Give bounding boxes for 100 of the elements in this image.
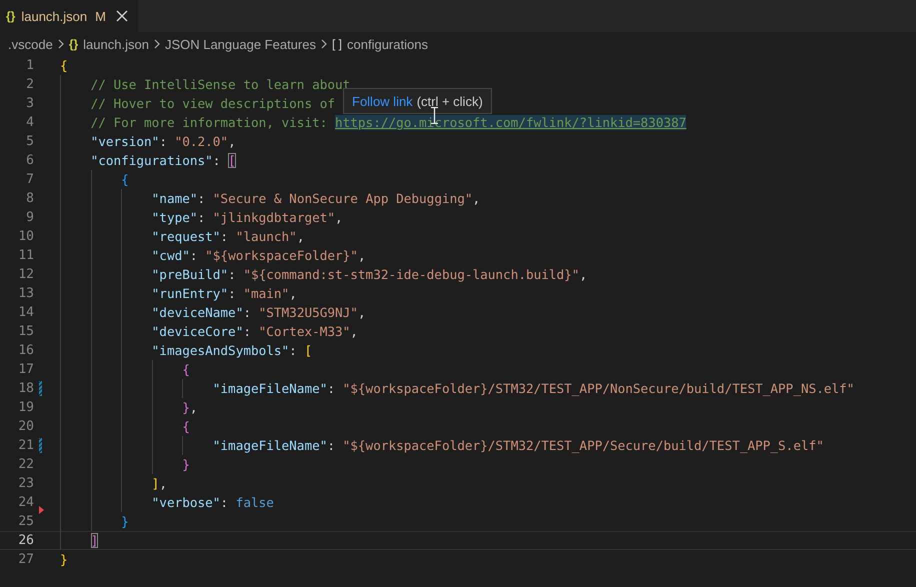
- line-number: 4: [25, 115, 34, 130]
- close-icon[interactable]: [116, 10, 128, 22]
- string-value: "${workspaceFolder}/STM32/TEST_APP/NonSecure/build/TEST_APP_NS.elf": [342, 381, 854, 396]
- line-number: 1: [25, 58, 34, 73]
- line-number: 14: [17, 305, 34, 320]
- string-value: "${command:st-stm32-ide-debug-launch.build}": [243, 267, 580, 282]
- bracket: {: [60, 58, 68, 73]
- property-key: "runEntry": [152, 286, 228, 301]
- property-key: "imageFileName": [212, 438, 328, 453]
- bracket: ]: [90, 533, 98, 548]
- line-number: 11: [17, 248, 34, 263]
- punctuation: ,: [335, 210, 343, 225]
- property-key: "name": [152, 191, 198, 206]
- punctuation: ,: [296, 229, 304, 244]
- line-number: 19: [17, 400, 34, 415]
- symbol-icon: {}: [68, 37, 78, 51]
- punctuation: ,: [358, 305, 366, 320]
- url-link[interactable]: https://go.microsoft.com/fwlink/?linkid=830387: [335, 115, 686, 130]
- bracket: {: [182, 362, 190, 377]
- chevron-icon: [58, 39, 64, 49]
- json-icon: {}: [6, 9, 16, 23]
- follow-link[interactable]: Follow link: [352, 94, 413, 108]
- line-number: 15: [17, 324, 34, 339]
- punctuation: :: [159, 134, 168, 149]
- line-number: 25: [17, 514, 34, 529]
- bracket: [: [304, 343, 312, 358]
- string-value: "Cortex-M33": [258, 324, 350, 339]
- line-number: 10: [17, 229, 34, 244]
- line-number: 3: [25, 96, 34, 111]
- property-key: "verbose": [152, 495, 220, 510]
- punctuation: :: [289, 343, 298, 358]
- line-number: 21: [17, 438, 34, 453]
- breadcrumb-item[interactable]: configurations: [347, 36, 428, 52]
- line-number: 16: [17, 343, 34, 358]
- punctuation: :: [327, 381, 336, 396]
- line-number: 13: [17, 286, 34, 301]
- boolean-value: false: [236, 495, 274, 510]
- code-comment: // Use IntelliSense to learn about: [90, 77, 350, 92]
- bracket: }: [121, 514, 129, 529]
- line-number: 12: [17, 267, 34, 282]
- punctuation: ,: [289, 286, 297, 301]
- property-key: "version": [90, 134, 160, 149]
- punctuation: :: [228, 267, 237, 282]
- punctuation: ,: [350, 324, 358, 339]
- property-key: "deviceName": [152, 305, 244, 320]
- editor-tab[interactable]: {} launch.json M: [0, 0, 138, 32]
- line-number: 7: [25, 172, 34, 187]
- punctuation: :: [212, 153, 222, 168]
- bracket: }: [182, 400, 190, 415]
- string-value: "${workspaceFolder}/STM32/TEST_APP/Secure/build/TEST_APP_S.elf": [342, 438, 824, 453]
- modified-indicator: M: [95, 8, 106, 24]
- bracket: [: [228, 153, 236, 168]
- string-value: "Secure & NonSecure App Debugging": [212, 191, 473, 206]
- line-number: 9: [25, 210, 34, 225]
- code-comment: // For more information, visit:: [90, 115, 328, 130]
- chevron-icon: [320, 39, 327, 49]
- line-number: 20: [17, 419, 34, 434]
- property-key: "request": [152, 229, 220, 244]
- punctuation: ,: [358, 248, 366, 263]
- string-value: "jlinkgdbtarget": [212, 210, 336, 225]
- code-comment: // Hover to view descriptions of: [90, 96, 335, 111]
- symbol-icon: [ ]: [332, 37, 342, 51]
- bracket: }: [182, 457, 190, 472]
- punctuation: ,: [579, 267, 588, 282]
- punctuation: ,: [472, 191, 480, 206]
- punctuation: ,: [159, 476, 167, 491]
- line-number: 17: [17, 362, 34, 377]
- line-number: 27: [17, 552, 34, 567]
- property-key: "type": [152, 210, 198, 225]
- bracket: ]: [152, 476, 160, 491]
- line-number: 6: [25, 153, 34, 168]
- breadcrumb-item[interactable]: .vscode: [8, 36, 53, 52]
- punctuation: :: [220, 229, 230, 244]
- line-number: 22: [17, 457, 34, 472]
- punctuation: ,: [190, 400, 198, 415]
- punctuation: :: [198, 210, 206, 225]
- property-key: "configurations": [90, 153, 213, 168]
- chevron-icon: [154, 39, 160, 49]
- line-number: 23: [17, 476, 34, 491]
- string-value: "STM32U5G9NJ": [258, 305, 358, 320]
- breadcrumb-item[interactable]: launch.json: [83, 36, 149, 52]
- bracket: {: [121, 172, 129, 187]
- property-key: "deviceCore": [152, 324, 244, 339]
- punctuation: ,: [228, 134, 236, 149]
- line-number: 24: [17, 495, 34, 510]
- bracket: {: [182, 419, 190, 434]
- punctuation: :: [327, 438, 336, 453]
- string-value: "0.2.0": [174, 134, 228, 149]
- breadcrumb-item[interactable]: JSON Language Features: [164, 36, 316, 52]
- line-number: 26: [17, 533, 34, 548]
- tab-label: launch.json: [21, 8, 88, 24]
- line-number: 8: [25, 191, 34, 206]
- punctuation: :: [198, 191, 206, 206]
- string-value: "${workspaceFolder}": [205, 248, 358, 263]
- property-key: "preBuild": [152, 267, 228, 282]
- line-number: 5: [25, 134, 34, 149]
- line-number: 18: [17, 381, 34, 396]
- property-key: "imagesAndSymbols": [152, 343, 290, 358]
- punctuation: :: [243, 324, 252, 339]
- punctuation: :: [220, 495, 230, 510]
